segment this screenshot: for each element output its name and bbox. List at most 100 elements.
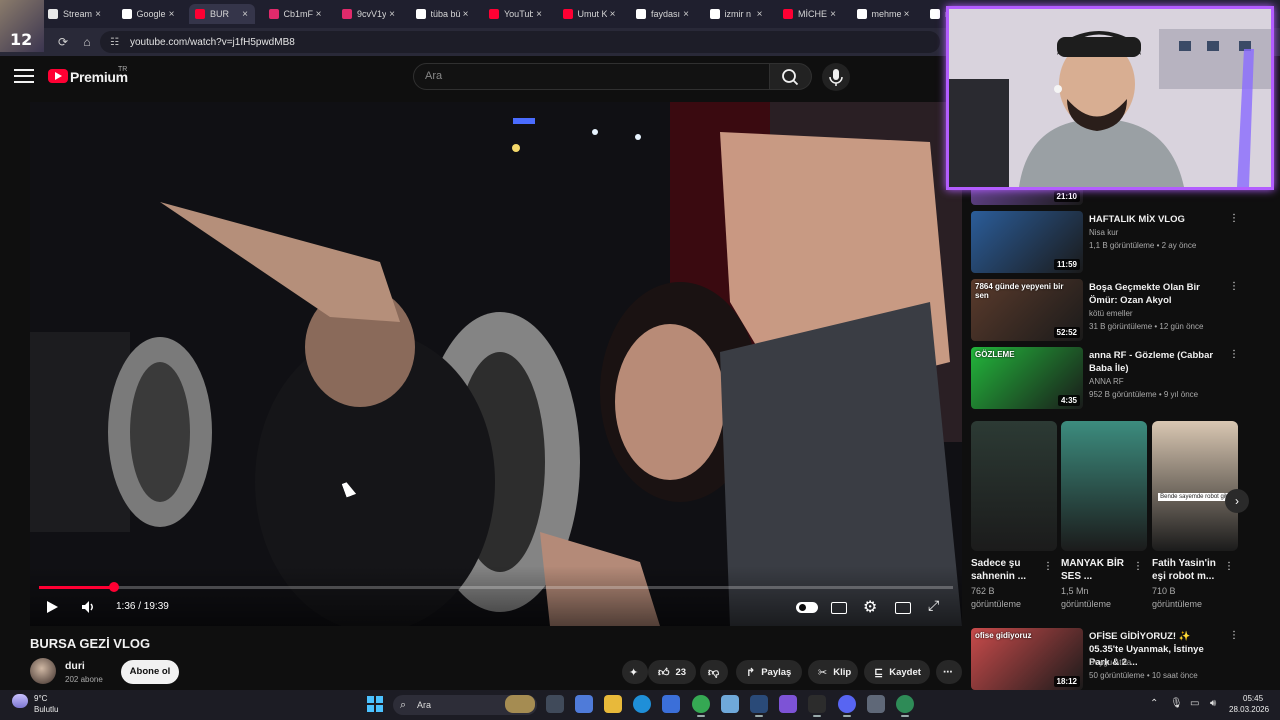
weather-cloud-icon[interactable]	[12, 694, 28, 708]
like-button[interactable]: 👍︎ 23	[648, 660, 696, 684]
short-title[interactable]: Sadece şu sahnenin ...	[971, 557, 1039, 583]
recommendation-title[interactable]: HAFTALIK MİX VLOG	[1089, 213, 1219, 226]
discord-icon[interactable]	[838, 695, 856, 717]
url-bar[interactable]: ☷ youtube.com/watch?v=j1fH5pwdMB8	[100, 31, 940, 53]
autoplay-toggle[interactable]	[796, 602, 818, 613]
purple-app-icon[interactable]	[779, 695, 797, 713]
browser-tab[interactable]: tüba bü ×	[410, 4, 476, 24]
channel-name[interactable]: duri	[65, 660, 85, 672]
recommendation-channel[interactable]: ANNA RF	[1089, 377, 1124, 386]
recommendation-item[interactable]: 7864 günde yepyeni bir sen 52:52 Boşa Geçm…	[971, 279, 1241, 343]
browser-tab[interactable]: YouTub ×	[483, 4, 549, 24]
clip-button[interactable]: ✂ Klip	[808, 660, 858, 684]
more-vertical-icon[interactable]: ⋮	[1229, 281, 1239, 292]
tab-close-icon[interactable]: ×	[166, 9, 178, 20]
subscribe-button[interactable]: Abone ol	[121, 660, 179, 684]
short-item[interactable]: Sadece şu sahnenin ... 762 B görüntüleme ⋮	[971, 421, 1057, 611]
share-button[interactable]: ↱ Paylaş	[736, 660, 802, 684]
scrubber-handle[interactable]	[108, 582, 119, 592]
dislike-button[interactable]: 👎︎	[700, 660, 728, 684]
short-title[interactable]: Fatih Yasin'in eşi robot m...	[1152, 557, 1220, 583]
chrome-browser-icon[interactable]	[692, 695, 710, 717]
chevron-up-icon[interactable]: ⌃	[1150, 698, 1158, 709]
more-vertical-icon[interactable]: ⋮	[1229, 213, 1239, 224]
microphone-tray-icon[interactable]: 🎙︎	[1170, 698, 1183, 709]
theater-mode-icon[interactable]	[895, 602, 911, 614]
browser-tab[interactable]: faydası ×	[630, 4, 696, 24]
home-icon[interactable]: ⌂	[78, 33, 96, 51]
windows-start-icon[interactable]	[367, 696, 383, 712]
recommendation-item[interactable]: 11:59 HAFTALIK MİX VLOG Nisa kur 1,1 B görü…	[971, 211, 1241, 275]
browser-tab[interactable]: MİCHE ×	[777, 4, 843, 24]
recommendation-channel[interactable]: Duygu Atilla	[1089, 658, 1131, 667]
tab-close-icon[interactable]: ×	[386, 9, 398, 20]
file-explorer-icon[interactable]	[604, 695, 622, 713]
settings-app-icon[interactable]	[867, 695, 885, 713]
tab-close-icon[interactable]: ×	[313, 9, 325, 20]
browser-tab[interactable]: BUR ×	[189, 4, 255, 24]
short-item[interactable]: MANYAK BİR SES ... 1,5 Mn görüntüleme ⋮	[1061, 421, 1147, 611]
more-vertical-icon[interactable]: ⋮	[1229, 630, 1239, 641]
browser-tab[interactable]: Google ×	[116, 4, 182, 24]
video-thumbnail[interactable]: GÖZLEME 4:35	[971, 347, 1083, 409]
task-view-icon[interactable]	[546, 695, 564, 713]
channel-avatar[interactable]	[30, 658, 56, 684]
short-item[interactable]: Bende sayemde robot gibi Fatih Yasin'in e…	[1152, 421, 1238, 611]
voice-search-button[interactable]	[822, 63, 850, 91]
youtube-logo-icon[interactable]	[48, 69, 68, 83]
tab-close-icon[interactable]: ×	[460, 9, 472, 20]
subtitles-icon[interactable]	[831, 602, 847, 614]
weather-temperature[interactable]: 9°C	[34, 694, 47, 703]
short-thumbnail[interactable]	[971, 421, 1057, 551]
fullscreen-icon[interactable]: ⤢	[928, 597, 939, 614]
tab-close-icon[interactable]: ×	[607, 9, 619, 20]
chevron-right-icon[interactable]: ›	[1225, 489, 1249, 513]
ai-sparkle-button[interactable]: ✦	[622, 660, 648, 684]
speaker-icon[interactable]: 🔊︎	[1210, 698, 1216, 709]
search-button[interactable]	[770, 63, 812, 90]
clock-date[interactable]: 28.03.2026	[1229, 705, 1269, 714]
browser-tab[interactable]: izmir n ×	[704, 4, 770, 24]
tab-close-icon[interactable]: ×	[901, 9, 913, 20]
video-player[interactable]: 1:36 / 19:39 ⚙ ⤢	[30, 102, 962, 626]
short-thumbnail[interactable]: Bende sayemde robot gibi	[1152, 421, 1238, 551]
more-vertical-icon[interactable]: ⋮	[1133, 561, 1143, 572]
browser-tab[interactable]: Cb1mF ×	[263, 4, 329, 24]
recommendation-item[interactable]: GÖZLEME 4:35 anna RF - Gözleme (Cabbar Bab…	[971, 347, 1241, 411]
play-icon[interactable]	[47, 601, 58, 613]
copilot-icon[interactable]	[575, 695, 593, 713]
more-actions-button[interactable]: ⋯	[936, 660, 962, 684]
site-info-icon[interactable]: ☷	[110, 37, 122, 48]
browser-tab[interactable]: Umut K ×	[557, 4, 623, 24]
hamburger-menu-icon[interactable]	[14, 69, 34, 85]
tab-close-icon[interactable]: ×	[680, 9, 692, 20]
ms-store-icon[interactable]	[662, 695, 680, 713]
video-thumbnail[interactable]: 7864 günde yepyeni bir sen 52:52	[971, 279, 1083, 341]
clock-time[interactable]: 05:45	[1243, 694, 1263, 703]
recommendation-channel[interactable]: kötü emeller	[1089, 309, 1133, 318]
spotify-icon[interactable]	[896, 695, 914, 717]
reload-icon[interactable]: ⟳	[54, 33, 72, 51]
network-icon[interactable]: ▭	[1190, 698, 1199, 709]
short-thumbnail[interactable]	[1061, 421, 1147, 551]
more-vertical-icon[interactable]: ⋮	[1043, 561, 1053, 572]
tab-close-icon[interactable]: ×	[239, 9, 251, 20]
tab-close-icon[interactable]: ×	[92, 9, 104, 20]
video-thumbnail[interactable]: 11:59	[971, 211, 1083, 273]
recommendation-title[interactable]: Boşa Geçmekte Olan Bir Ömür: Ozan Akyol	[1089, 281, 1219, 307]
browser-tab[interactable]: Stream ×	[42, 4, 108, 24]
settings-gear-icon[interactable]: ⚙	[863, 597, 877, 617]
recorder-app-icon[interactable]	[808, 695, 826, 717]
tab-close-icon[interactable]: ×	[827, 9, 839, 20]
tab-close-icon[interactable]: ×	[533, 9, 545, 20]
weather-description[interactable]: Bulutlu	[34, 705, 58, 714]
volume-icon[interactable]	[80, 599, 96, 615]
recommendation-title[interactable]: anna RF - Gözleme (Cabbar Baba İle)	[1089, 349, 1219, 375]
recommendation-item[interactable]: ofise gidiyoruz 18:12 OFİSE GİDİYORUZ! ✨ 0…	[971, 628, 1241, 692]
save-button[interactable]: ⊑ Kaydet	[864, 660, 930, 684]
tab-close-icon[interactable]: ×	[754, 9, 766, 20]
more-vertical-icon[interactable]: ⋮	[1229, 349, 1239, 360]
search-input[interactable]: Ara	[413, 63, 770, 90]
browser-tab[interactable]: mehme ×	[851, 4, 917, 24]
browser-profile-avatar[interactable]: 12	[0, 0, 44, 52]
